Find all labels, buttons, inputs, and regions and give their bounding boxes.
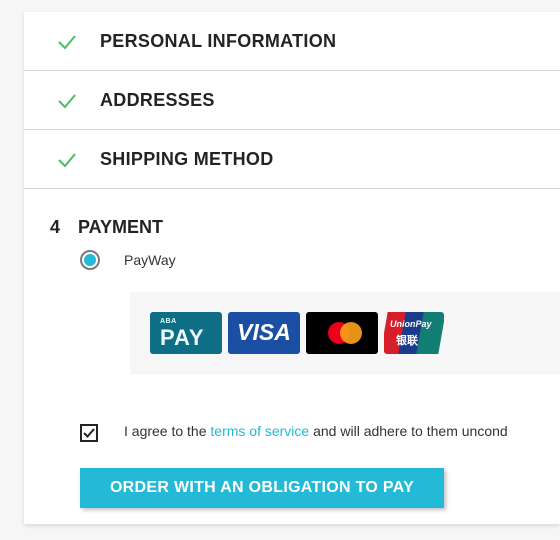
mastercard-orange-circle	[340, 322, 362, 344]
mastercard-logo	[306, 312, 378, 354]
payment-logos-panel: ABA PAY VISA UnionPay 银联	[130, 292, 560, 374]
payment-heading: 4 PAYMENT	[50, 217, 163, 238]
terms-checkbox[interactable]	[80, 424, 98, 442]
check-icon	[58, 35, 76, 50]
terms-suffix: and will adhere to them uncond	[313, 423, 508, 439]
step-title: PERSONAL INFORMATION	[100, 31, 337, 51]
terms-of-service-link[interactable]: terms of service	[210, 423, 309, 439]
payway-label[interactable]: PayWay	[124, 252, 176, 268]
checkout-card: PERSONAL INFORMATION ADDRESSES SHIPPING …	[24, 12, 560, 524]
check-icon	[58, 94, 76, 109]
unionpay-logo: UnionPay 银联	[384, 312, 444, 354]
unionpay-logo-text: UnionPay	[390, 319, 432, 329]
unionpay-logo-chinese: 银联	[396, 335, 418, 347]
step-personal-information[interactable]: PERSONAL INFORMATION	[24, 12, 560, 71]
visa-logo-text: VISA	[237, 319, 291, 345]
step-title: SHIPPING METHOD	[100, 149, 274, 169]
aba-pay-logo: ABA PAY	[150, 312, 222, 354]
step-shipping-method[interactable]: SHIPPING METHOD	[24, 130, 560, 189]
check-icon	[58, 153, 76, 168]
step-title: ADDRESSES	[100, 90, 215, 110]
order-button[interactable]: ORDER WITH AN OBLIGATION TO PAY	[80, 468, 444, 508]
step-addresses[interactable]: ADDRESSES	[24, 71, 560, 130]
visa-logo: VISA	[228, 312, 300, 354]
payway-radio[interactable]	[80, 250, 100, 270]
payment-title: PAYMENT	[78, 217, 164, 237]
radio-selected-dot	[84, 254, 96, 266]
step-number: 4	[50, 217, 61, 237]
aba-logo-small-text: ABA	[160, 318, 177, 325]
terms-agreement-text: I agree to the terms of service and will…	[124, 423, 508, 439]
terms-prefix: I agree to the	[124, 423, 207, 439]
aba-logo-big-text: PAY	[160, 325, 205, 350]
checkbox-check-icon	[83, 428, 95, 438]
